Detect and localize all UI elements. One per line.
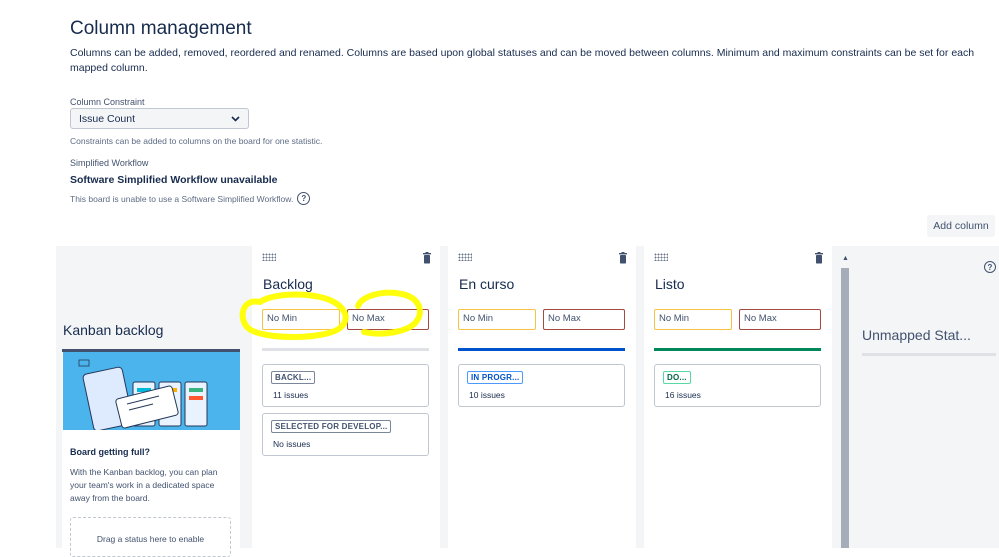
issue-count: 16 issues <box>665 390 701 400</box>
column-en-curso[interactable]: En curso No Min No Max IN PROGR... 10 is… <box>448 246 636 548</box>
column-color-bar <box>458 348 625 351</box>
simplified-workflow-label: Simplified Workflow <box>70 158 149 168</box>
status-card[interactable]: SELECTED FOR DEVELOP... No issues <box>262 413 429 456</box>
chevron-down-icon <box>231 115 240 122</box>
column-constraint-select[interactable]: Issue Count <box>70 108 249 129</box>
issue-count: 11 issues <box>273 390 309 400</box>
column-constraint-help: Constraints can be added to columns on t… <box>70 136 323 146</box>
max-constraint-input[interactable]: No Max <box>739 309 821 330</box>
add-column-button[interactable]: Add column <box>927 215 995 237</box>
board-illustration <box>63 352 240 430</box>
drag-handle-icon[interactable] <box>262 253 276 261</box>
issue-count: 10 issues <box>469 390 505 400</box>
column-title[interactable]: En curso <box>459 276 514 292</box>
unmapped-color-bar <box>862 353 996 356</box>
status-card[interactable]: DO... 16 issues <box>654 364 821 407</box>
status-card[interactable]: IN PROGR... 10 issues <box>458 364 625 407</box>
scrollbar-thumb[interactable] <box>841 268 849 548</box>
trash-icon[interactable] <box>618 252 628 264</box>
simplified-workflow-text: This board is unable to use a Software S… <box>70 193 294 204</box>
question-icon[interactable]: ? <box>984 261 996 273</box>
status-lozenge: IN PROGR... <box>467 371 524 384</box>
trash-icon[interactable] <box>814 252 824 264</box>
unmapped-statuses-title: Unmapped Stat... <box>862 327 971 343</box>
simplified-workflow-description: This board is unable to use a Software S… <box>70 192 311 205</box>
issue-count: No issues <box>273 439 311 449</box>
status-card[interactable]: BACKL... 11 issues <box>262 364 429 407</box>
column-backlog[interactable]: Backlog No Min No Max BACKL... 11 issues… <box>252 246 440 548</box>
scroll-up-arrow-icon[interactable]: ▲ <box>842 255 849 262</box>
max-constraint-input[interactable]: No Max <box>347 309 429 330</box>
drag-handle-icon[interactable] <box>654 253 668 261</box>
status-lozenge: DO... <box>663 371 691 384</box>
column-constraint-value: Issue Count <box>79 112 136 125</box>
question-icon[interactable]: ? <box>297 192 311 205</box>
column-constraint-label: Column Constraint <box>70 97 145 107</box>
min-constraint-input[interactable]: No Min <box>262 309 340 330</box>
column-color-bar <box>262 348 429 351</box>
kanban-backlog-heading: Board getting full? <box>70 447 150 457</box>
column-listo[interactable]: Listo No Min No Max DO... 16 issues <box>644 246 832 548</box>
min-constraint-input[interactable]: No Min <box>458 309 536 330</box>
backlog-dropzone[interactable]: Drag a status here to enable <box>70 517 231 557</box>
kanban-backlog-title: Kanban backlog <box>63 322 164 338</box>
trash-icon[interactable] <box>422 252 432 264</box>
column-title[interactable]: Listo <box>655 276 685 292</box>
page-description: Columns can be added, removed, reordered… <box>70 47 975 74</box>
drag-handle-icon[interactable] <box>458 253 472 261</box>
column-color-bar <box>654 348 821 351</box>
column-title[interactable]: Backlog <box>263 276 313 292</box>
max-constraint-input[interactable]: No Max <box>543 309 625 330</box>
status-lozenge: SELECTED FOR DEVELOP... <box>271 420 392 433</box>
min-constraint-input[interactable]: No Min <box>654 309 732 330</box>
status-lozenge: BACKL... <box>271 371 316 384</box>
page-title: Column management <box>70 18 252 39</box>
simplified-workflow-title: Software Simplified Workflow unavailable <box>70 174 278 186</box>
kanban-backlog-text: With the Kanban backlog, you can plan yo… <box>70 467 218 503</box>
